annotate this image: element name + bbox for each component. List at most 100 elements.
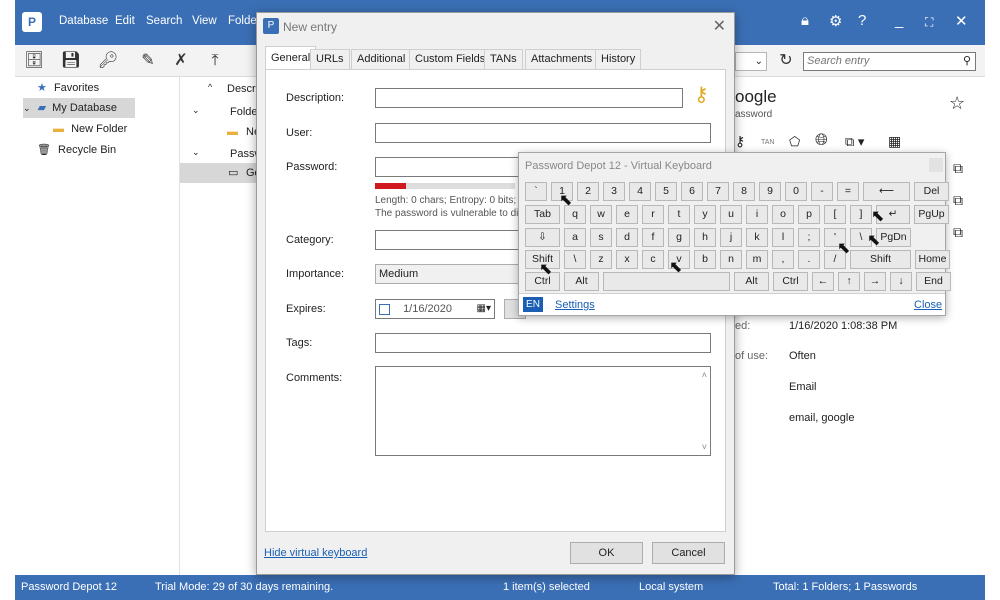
key-row4-9[interactable]: ,	[772, 250, 794, 269]
dialog-close-button[interactable]: ✕	[713, 16, 726, 36]
key-row3-5[interactable]: g	[668, 228, 690, 247]
key-row1-4[interactable]: 4	[629, 182, 651, 201]
key-row5-1[interactable]: Alt	[564, 272, 599, 291]
star-icon[interactable]: ☆	[949, 93, 965, 114]
key-row3-0[interactable]: ⇩	[525, 228, 560, 247]
key-row5-3[interactable]: Alt	[734, 272, 769, 291]
key-row2-9[interactable]: o	[772, 205, 794, 224]
chevron-down-icon[interactable]: ⌄	[23, 103, 31, 113]
key-row2-5[interactable]: t	[668, 205, 690, 224]
key-row4-7[interactable]: n	[720, 250, 742, 269]
key-row2-10[interactable]: p	[798, 205, 820, 224]
maximize-button[interactable]: ⛶	[925, 15, 933, 30]
add-entry-icon[interactable]: 🔑︎	[97, 50, 119, 72]
key-row3-9[interactable]: l	[772, 228, 794, 247]
key-row2-8[interactable]: i	[746, 205, 768, 224]
group-chevron-icon[interactable]: ⌄	[192, 105, 200, 116]
key-row3-1[interactable]: a	[564, 228, 586, 247]
tab-custom-fields[interactable]: Custom Fields	[409, 49, 492, 69]
tan-icon[interactable]: TAN	[761, 139, 774, 146]
scroll-up-arrow[interactable]: ˄	[702, 368, 707, 382]
key-row5-6[interactable]: ↑	[838, 272, 860, 291]
key-row4-10[interactable]: .	[798, 250, 820, 269]
key-row1-6[interactable]: 6	[681, 182, 703, 201]
menu-edit[interactable]: Edit	[115, 15, 135, 27]
open-dropdown-icon[interactable]: ⧉ ▾	[845, 134, 864, 150]
key-row3-10[interactable]: ;	[798, 228, 820, 247]
key-row2-14[interactable]: PgUp	[914, 205, 949, 224]
globe-icon[interactable]: 🌐︎	[815, 132, 828, 150]
refresh-icon[interactable]: ↻	[775, 50, 797, 72]
scroll-down-arrow[interactable]: ˅	[702, 440, 707, 454]
tab-tans[interactable]: TANs	[484, 49, 523, 69]
search-input[interactable]	[804, 53, 954, 69]
key-row4-4[interactable]: c	[642, 250, 664, 269]
key-row4-12[interactable]: Shift	[850, 250, 911, 269]
list-item[interactable]: Folde	[230, 106, 258, 118]
key-row3-7[interactable]: j	[720, 228, 742, 247]
copy-icon[interactable]: ⧉	[953, 160, 963, 177]
importance-select[interactable]: Medium	[375, 264, 525, 284]
key-row1-12[interactable]: =	[837, 182, 859, 201]
vkb-close-box[interactable]	[929, 158, 943, 172]
filter-dropdown[interactable]: ⌄	[735, 52, 767, 71]
copy-icon[interactable]: ⧉	[953, 224, 963, 241]
tree-item-my-database[interactable]: ⌄ ▰ My Database	[23, 98, 135, 118]
hide-virtual-keyboard-link[interactable]: Hide virtual keyboard	[264, 547, 367, 559]
password-field[interactable]	[375, 157, 525, 177]
menu-view[interactable]: View	[192, 15, 217, 27]
search-input-box[interactable]: ⚲	[803, 52, 976, 71]
database-icon[interactable]: 🗄︎	[23, 50, 45, 72]
selected-row[interactable]: ▭ Go	[180, 163, 265, 183]
vkb-settings-link[interactable]: Settings	[555, 299, 595, 311]
key-row4-3[interactable]: x	[616, 250, 638, 269]
key-row1-10[interactable]: 0	[785, 182, 807, 201]
key-row2-11[interactable]: [	[824, 205, 846, 224]
tree-item-recycle-bin[interactable]: 🗑︎ Recycle Bin	[37, 140, 177, 160]
key-row1-9[interactable]: 9	[759, 182, 781, 201]
key-row2-0[interactable]: Tab	[525, 205, 560, 224]
key-row1-8[interactable]: 8	[733, 182, 755, 201]
key-row3-8[interactable]: k	[746, 228, 768, 247]
key-row3-2[interactable]: s	[590, 228, 612, 247]
language-badge[interactable]: EN	[523, 297, 543, 312]
expires-date-field[interactable]: 1/16/2020 ▦▾	[375, 299, 495, 319]
minimize-button[interactable]: _	[895, 12, 903, 29]
key-row4-8[interactable]: m	[746, 250, 768, 269]
key-row1-7[interactable]: 7	[707, 182, 729, 201]
tree-item-new-folder[interactable]: ▬ New Folder	[53, 119, 173, 139]
key-row2-3[interactable]: e	[616, 205, 638, 224]
lock-icon[interactable]: 🔒︎	[801, 12, 809, 29]
help-icon[interactable]: ?	[858, 12, 866, 29]
key-row2-2[interactable]: w	[590, 205, 612, 224]
key-row5-8[interactable]: ↓	[890, 272, 912, 291]
user-field[interactable]	[375, 123, 711, 143]
edit-entry-icon[interactable]: ✎	[137, 50, 159, 72]
expires-checkbox[interactable]	[379, 303, 390, 315]
key-row4-1[interactable]: \	[564, 250, 586, 269]
key-row2-7[interactable]: u	[720, 205, 742, 224]
menu-search[interactable]: Search	[146, 15, 182, 27]
sort-chevron-icon[interactable]: ^	[208, 82, 212, 92]
delete-entry-icon[interactable]: ✗	[170, 50, 192, 72]
tab-general[interactable]: General	[265, 46, 317, 70]
tag-icon[interactable]: ⬠	[789, 134, 800, 150]
key-row3-6[interactable]: h	[694, 228, 716, 247]
key-row5-2[interactable]	[603, 272, 730, 291]
key-row4-6[interactable]: b	[694, 250, 716, 269]
ok-button[interactable]: OK	[570, 542, 643, 564]
key-row2-4[interactable]: r	[642, 205, 664, 224]
key-row4-13[interactable]: Home	[915, 250, 950, 269]
key-icon[interactable]: ⚷	[735, 133, 745, 150]
key-row2-12[interactable]: ]	[850, 205, 872, 224]
key-row5-5[interactable]: ←	[812, 272, 834, 291]
key-row2-6[interactable]: y	[694, 205, 716, 224]
search-icon[interactable]: ⚲	[963, 54, 971, 67]
key-row3-13[interactable]: PgDn	[876, 228, 911, 247]
grid-icon[interactable]: ▦	[888, 133, 901, 150]
close-button[interactable]: ✕	[955, 12, 968, 30]
key-row5-9[interactable]: End	[916, 272, 951, 291]
tab-attachments[interactable]: Attachments	[525, 49, 599, 69]
column-header-description[interactable]: Descri	[227, 83, 258, 95]
gear-icon[interactable]: ⚙	[829, 12, 842, 30]
